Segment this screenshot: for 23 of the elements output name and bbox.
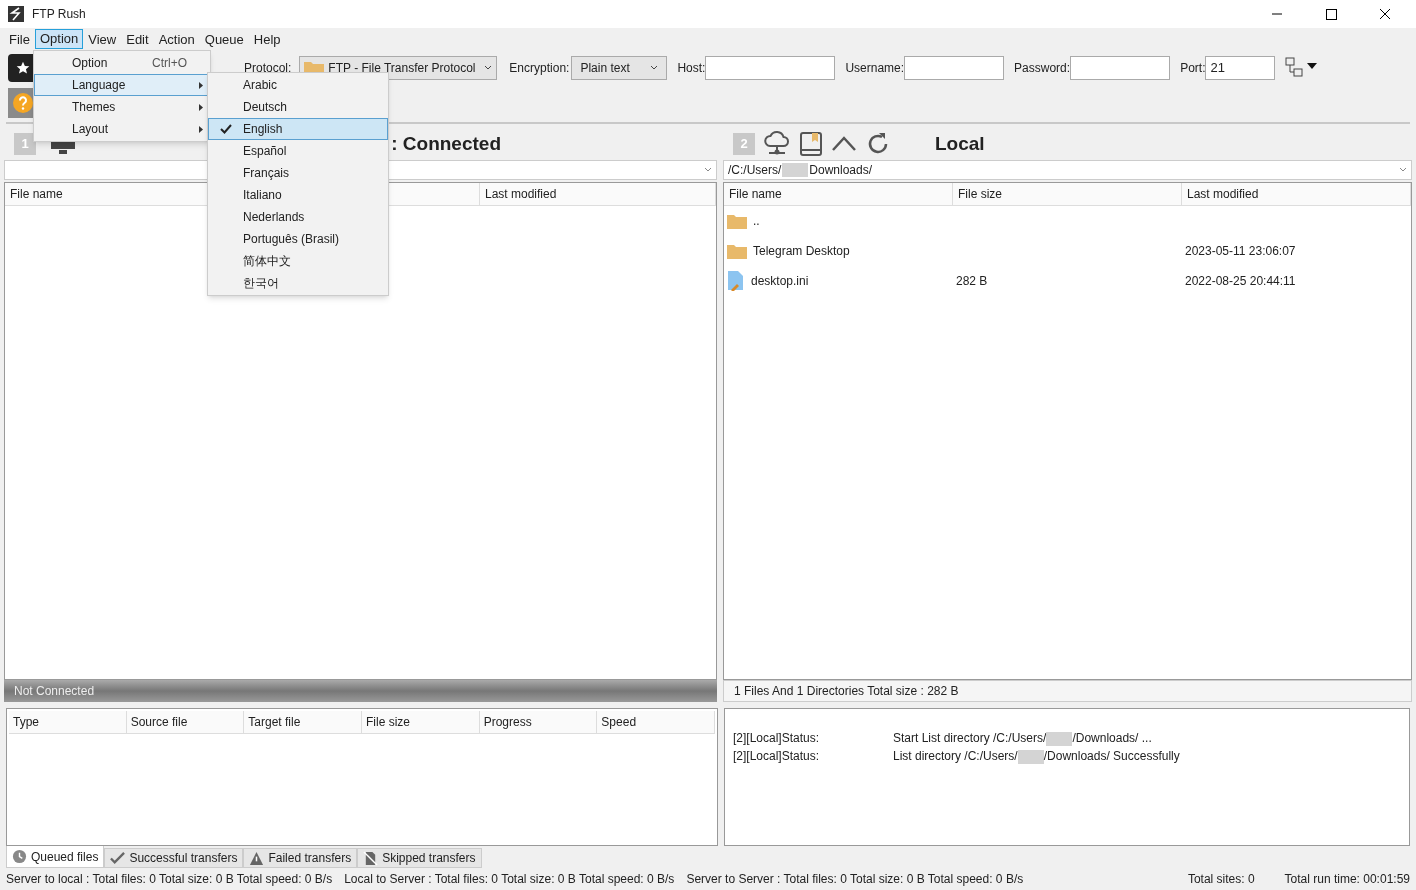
field-label: Host:	[677, 60, 706, 77]
log-source: [2][Local]Status:	[733, 730, 821, 747]
status-text: Local to Server : Total files: 0 Total size: 0 B Total speed: 0 B/s	[344, 871, 675, 888]
panel-title: : Connected	[391, 131, 502, 156]
panel-title: Local	[935, 131, 985, 156]
modified-date: 2022-08-25 20:44:11	[1185, 274, 1296, 288]
status-text: Total sites: 0	[1187, 871, 1255, 888]
status-text: Total run time: 00:01:59	[1284, 871, 1410, 888]
window-title: FTP Rush	[32, 6, 86, 23]
folder-summary-bar: 1 Files And 1 Directories Total size : 282 B	[723, 680, 1412, 702]
file-size: 282 B	[956, 274, 988, 288]
status-text: Server to Server : Total files: 0 Total size: 0 B Total speed: 0 B/s	[686, 871, 1024, 888]
modified-date: 2023-05-11 23:06:07	[1185, 244, 1296, 258]
status-text: Server to local : Total files: 0 Total size: 0 B Total speed: 0 B/s	[6, 871, 333, 888]
field-label: Encryption:	[509, 60, 570, 77]
field-label: Port:	[1180, 60, 1206, 77]
field-label: Password:	[1014, 60, 1071, 77]
connection-status-bar: Not Connected	[4, 680, 717, 702]
log-message: List directory /C:/Users/ /Downloads/ Successfully	[893, 748, 1180, 765]
field-label: Username:	[845, 60, 905, 77]
field-label: Protocol:	[244, 60, 292, 77]
log-source: [2][Local]Status:	[733, 748, 821, 765]
log-message: Start List directory /C:/Users/ /Downloads/ ...	[893, 730, 1152, 747]
